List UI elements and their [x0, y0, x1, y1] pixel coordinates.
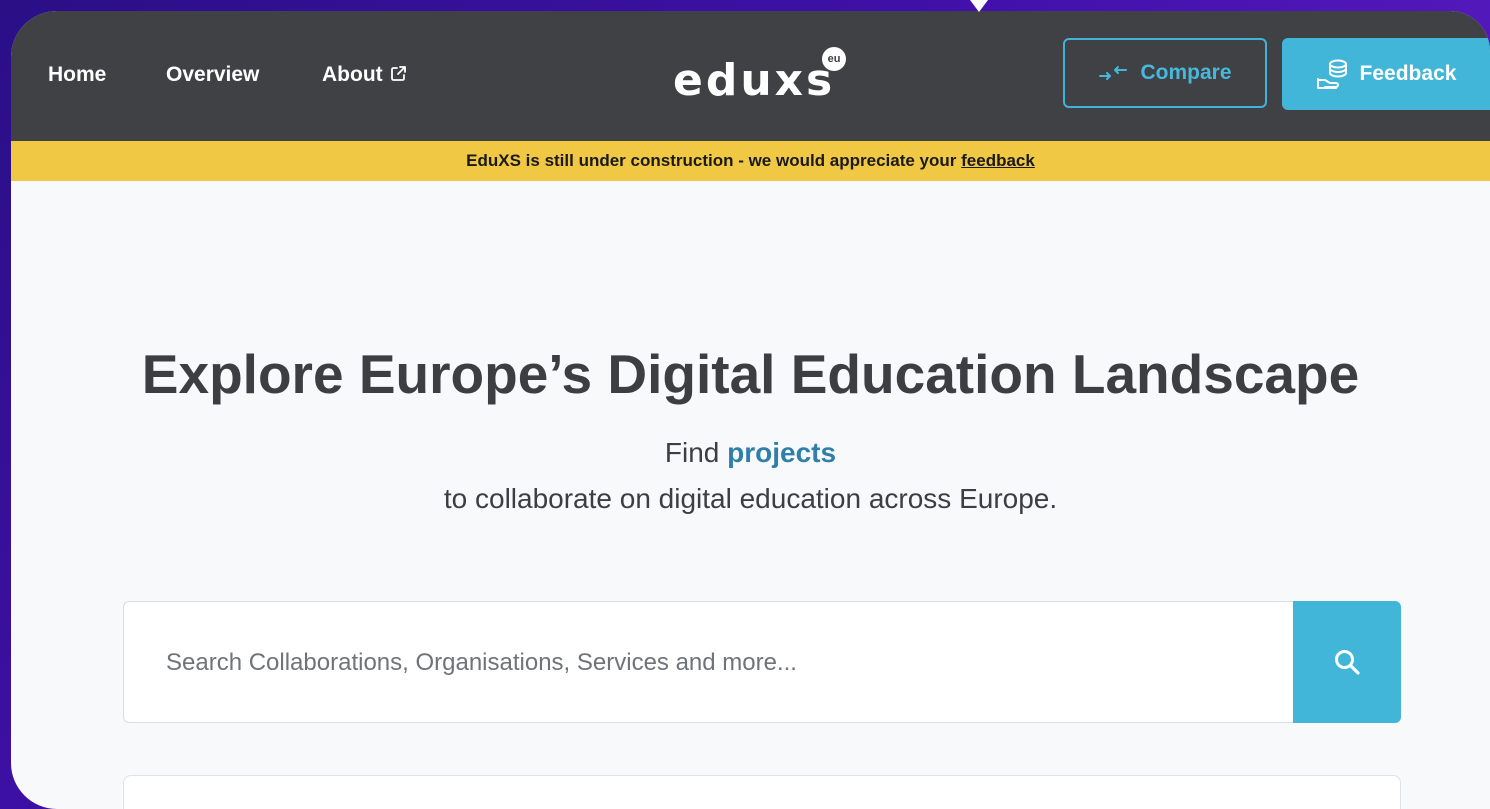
search-input[interactable]: [164, 602, 1268, 724]
search-button[interactable]: [1293, 601, 1401, 723]
feedback-button[interactable]: Feedback: [1282, 38, 1490, 110]
eduxs-logo[interactable]: eduxs eu: [673, 47, 863, 117]
feedback-button-label: Feedback: [1359, 62, 1457, 85]
compare-button[interactable]: Compare: [1063, 38, 1267, 108]
arrows-compare-icon: [1099, 66, 1128, 80]
hero-subtitle: to collaborate on digital education acro…: [443, 483, 1058, 514]
nav-about-link[interactable]: About: [322, 61, 407, 89]
logo-wordmark: eduxs: [673, 55, 836, 106]
compare-button-label: Compare: [1140, 61, 1232, 84]
construction-banner: EduXS is still under construction - we w…: [11, 141, 1490, 181]
content-card: [123, 775, 1401, 809]
hero-find-prefix: Find: [664, 437, 720, 468]
top-navbar: Home Overview About eduxs eu Compare Fee…: [11, 11, 1490, 141]
hero-find-line: Find projects: [11, 435, 1490, 471]
search-box: [123, 601, 1293, 724]
nav-home-link[interactable]: Home: [48, 61, 106, 89]
hand-database-icon: [1316, 59, 1347, 89]
hero-rotating-keyword: projects: [727, 437, 837, 468]
logo-eu-badge: eu: [822, 47, 846, 71]
page-title: Explore Europe’s Digital Education Lands…: [141, 343, 1360, 405]
window-pointer-arrow: [970, 0, 988, 12]
banner-feedback-link[interactable]: feedback: [961, 151, 1035, 170]
nav-overview-link[interactable]: Overview: [166, 61, 259, 89]
browser-page: Home Overview About eduxs eu Compare Fee…: [11, 11, 1490, 809]
external-link-icon: [390, 66, 406, 81]
search-icon: [1335, 650, 1360, 675]
nav-about-label: About: [322, 63, 383, 86]
banner-text: EduXS is still under construction - we w…: [466, 151, 962, 170]
